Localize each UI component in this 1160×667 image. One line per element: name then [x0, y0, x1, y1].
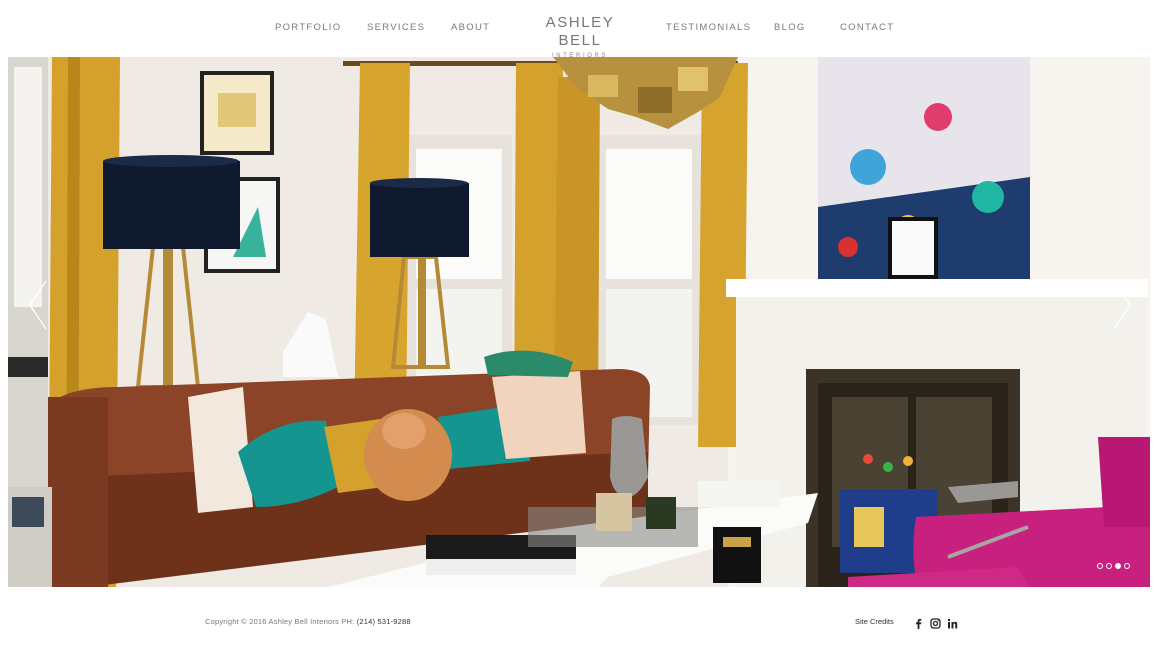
- nav-testimonials[interactable]: TESTIMONIALS: [666, 22, 751, 33]
- instagram-icon[interactable]: [930, 616, 941, 629]
- nav-contact[interactable]: CONTACT: [840, 22, 894, 33]
- nav-blog[interactable]: BLOG: [774, 22, 806, 33]
- social-links: [913, 616, 958, 629]
- slideshow-next-button[interactable]: [1110, 279, 1134, 331]
- slide-dot[interactable]: [1106, 563, 1112, 569]
- slideshow-dots: [1097, 563, 1130, 569]
- copyright-label: Copyright © 2016 Ashley Bell Interiors P…: [205, 617, 357, 626]
- copyright-text: Copyright © 2016 Ashley Bell Interiors P…: [205, 617, 411, 626]
- site-logo[interactable]: ASHLEY BELL INTERIORS: [531, 14, 629, 59]
- phone-number: (214) 531-9288: [356, 617, 411, 626]
- hero-slideshow: [8, 57, 1150, 587]
- logo-name: ASHLEY BELL: [545, 14, 615, 49]
- slideshow-prev-button[interactable]: [26, 279, 50, 331]
- slide-dot[interactable]: [1097, 563, 1103, 569]
- facebook-icon[interactable]: [913, 616, 924, 629]
- nav-portfolio[interactable]: PORTFOLIO: [275, 22, 341, 33]
- nav-about[interactable]: ABOUT: [451, 22, 490, 33]
- nav-services[interactable]: SERVICES: [367, 22, 425, 33]
- slide-dot[interactable]: [1124, 563, 1130, 569]
- living-room-photo: [8, 57, 1150, 587]
- site-credits-link[interactable]: Site Credits: [855, 617, 894, 626]
- chevron-left-icon: [29, 280, 47, 330]
- chevron-right-icon: [1113, 280, 1131, 330]
- slide-dot-active[interactable]: [1115, 563, 1121, 569]
- main-navigation: PORTFOLIO SERVICES ABOUT ASHLEY BELL INT…: [0, 0, 1160, 59]
- linkedin-icon[interactable]: [947, 616, 958, 629]
